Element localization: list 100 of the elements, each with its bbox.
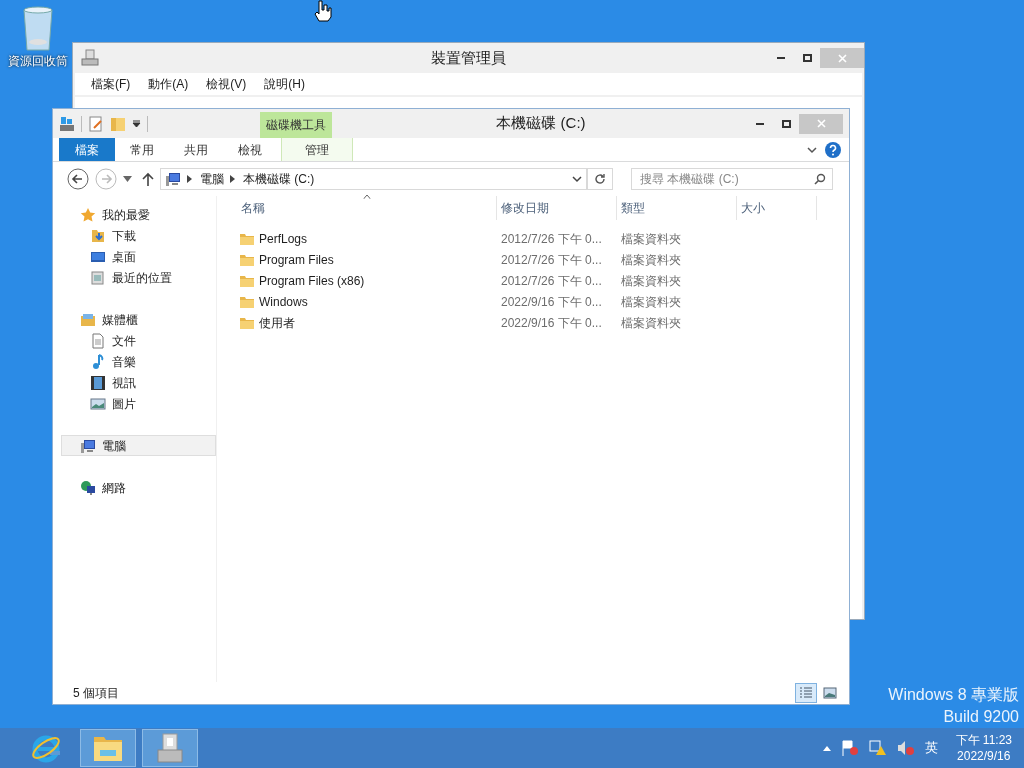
modified-date: 2022/9/16 下午 0... <box>500 293 603 311</box>
nav-item[interactable]: 下載 <box>61 225 216 246</box>
close-icon <box>837 53 847 63</box>
file-row[interactable]: Program Files 2012/7/26 下午 0... 檔案資料夾 <box>237 249 849 270</box>
network-warning-icon[interactable] <box>868 740 887 756</box>
back-button-icon[interactable] <box>67 168 89 190</box>
modified-date: 2012/7/26 下午 0... <box>500 272 603 290</box>
file-name: Program Files (x86) <box>259 272 365 290</box>
column-header[interactable]: 大小 <box>737 196 817 220</box>
search-box[interactable]: 搜尋 本機磁碟 (C:) <box>631 168 833 190</box>
nav-item[interactable]: 文件 <box>61 330 216 351</box>
edition-watermark: Build 9200 <box>943 707 1019 727</box>
dropdown-caret-icon[interactable] <box>572 175 582 183</box>
computer-icon <box>80 437 96 454</box>
file-type: 檔案資料夾 <box>620 251 682 269</box>
nav-item[interactable]: 最近的位置 <box>61 267 216 288</box>
document-icon <box>90 332 106 349</box>
modified-date: 2012/7/26 下午 0... <box>500 230 603 248</box>
close-icon <box>816 119 826 128</box>
recycle-bin-icon[interactable] <box>21 6 55 52</box>
menu-item[interactable]: 檢視(V) <box>198 75 255 93</box>
menu-item[interactable]: 動作(A) <box>140 75 197 93</box>
search-icon <box>814 173 826 185</box>
column-header[interactable]: 修改日期 <box>497 196 617 220</box>
help-icon[interactable] <box>825 141 841 158</box>
computer-icon <box>165 171 181 187</box>
folder-icon <box>239 231 255 246</box>
file-name: Windows <box>259 293 308 311</box>
nav-item[interactable]: 桌面 <box>61 246 216 267</box>
nav-item[interactable]: 電腦 <box>61 435 216 456</box>
menu-item[interactable]: 說明(H) <box>256 75 313 93</box>
music-note-icon <box>90 353 106 370</box>
column-header[interactable]: 名稱 <box>237 196 497 220</box>
address-bar[interactable]: 電腦 本機磁碟 (C:) <box>160 168 587 190</box>
file-type: 檔案資料夾 <box>620 272 682 290</box>
download-icon <box>90 227 106 244</box>
device-manager-icon <box>155 732 185 764</box>
nav-item[interactable]: 媒體櫃 <box>61 309 216 330</box>
nav-item[interactable]: 網路 <box>61 477 216 498</box>
breadcrumb[interactable]: 本機磁碟 (C:) <box>243 170 315 188</box>
nav-item[interactable]: 圖片 <box>61 393 216 414</box>
modified-date: 2012/7/26 下午 0... <box>500 251 603 269</box>
picture-icon <box>90 395 106 412</box>
network-icon <box>80 479 96 496</box>
recent-dropdown-icon[interactable] <box>123 176 132 182</box>
nav-item[interactable]: 我的最愛 <box>61 204 216 225</box>
window-title: 裝置管理員 <box>431 47 506 68</box>
file-row[interactable]: Windows 2022/9/16 下午 0... 檔案資料夾 <box>237 291 849 312</box>
file-name: PerfLogs <box>259 230 308 248</box>
folder-icon <box>239 294 255 309</box>
file-type: 檔案資料夾 <box>620 314 682 332</box>
folder-icon <box>239 315 255 330</box>
column-header[interactable]: 類型 <box>617 196 737 220</box>
details-view-icon <box>799 687 813 699</box>
star-icon <box>80 206 96 223</box>
menu-item[interactable]: 檔案(F) <box>83 75 139 93</box>
chevron-icon[interactable] <box>187 175 192 183</box>
ribbon-tab[interactable]: 共用 <box>169 138 223 161</box>
chevron-icon[interactable] <box>230 175 235 183</box>
library-icon <box>80 311 96 328</box>
properties-icon[interactable] <box>88 115 104 132</box>
up-arrow-icon[interactable] <box>142 172 154 186</box>
picture-view-icon <box>823 687 837 699</box>
file-name: Program Files <box>259 251 334 269</box>
refresh-button[interactable] <box>587 168 613 190</box>
device-manager-icon <box>81 49 99 67</box>
show-hidden-icons[interactable] <box>822 745 831 751</box>
speaker-muted-icon[interactable] <box>896 740 915 756</box>
file-type: 檔案資料夾 <box>620 293 682 311</box>
expand-ribbon-icon[interactable] <box>807 145 817 154</box>
flag-icon[interactable] <box>840 740 859 756</box>
file-name: 使用者 <box>259 314 295 332</box>
drive-icon <box>59 115 75 132</box>
search-field[interactable]: 搜尋 本機磁碟 (C:) <box>640 169 814 189</box>
breadcrumb[interactable]: 電腦 <box>200 170 224 188</box>
clock[interactable]: 下午 11:23 2022/9/16 <box>955 732 1012 764</box>
ribbon-tab[interactable]: 檢視 <box>223 138 277 161</box>
input-method-indicator[interactable]: 英 <box>924 738 938 758</box>
nav-item[interactable]: 視訊 <box>61 372 216 393</box>
ribbon-tab[interactable]: 檔案 <box>59 138 115 161</box>
ribbon-tab[interactable]: 常用 <box>115 138 169 161</box>
item-count: 5 個項目 <box>73 685 119 702</box>
file-row[interactable]: 使用者 2022/9/16 下午 0... 檔案資料夾 <box>237 312 849 333</box>
modified-date: 2022/9/16 下午 0... <box>500 314 603 332</box>
ribbon-tab[interactable]: 管理 <box>281 138 353 161</box>
window-title: 本機磁碟 (C:) <box>496 113 586 134</box>
clock-date: 2022/9/16 <box>957 748 1011 764</box>
file-row[interactable]: Program Files (x86) 2012/7/26 下午 0... 檔案資料夾 <box>237 270 849 291</box>
dropdown-caret-icon[interactable] <box>132 119 141 128</box>
edition-watermark: Windows 8 專業版 <box>888 685 1019 705</box>
hand-cursor-icon <box>314 0 332 22</box>
refresh-icon <box>594 173 606 185</box>
view-toggle[interactable] <box>795 683 817 703</box>
recent-places-icon <box>90 269 106 286</box>
context-tab-group: 磁碟機工具 <box>260 112 332 138</box>
taskbar-button[interactable] <box>142 729 198 767</box>
clock-time: 下午 11:23 <box>955 732 1012 748</box>
file-row[interactable]: PerfLogs 2012/7/26 下午 0... 檔案資料夾 <box>237 228 849 249</box>
nav-item[interactable]: 音樂 <box>61 351 216 372</box>
folder-icon <box>239 273 255 288</box>
